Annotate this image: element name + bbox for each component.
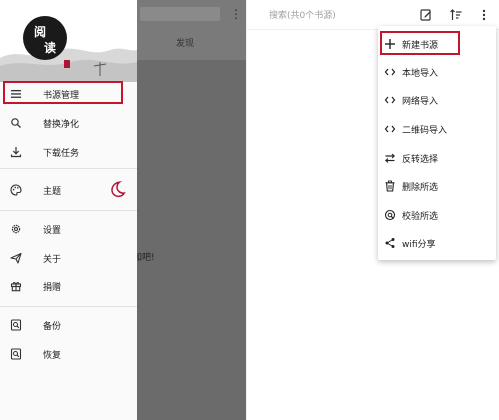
drawer-divider: [0, 210, 137, 211]
menu-item-local-import[interactable]: 本地导入: [378, 58, 496, 86]
drawer-item-label: 设置: [43, 225, 62, 236]
more-vert-icon[interactable]: [477, 7, 491, 21]
drawer-item-label: 下载任务: [43, 148, 80, 159]
navigation-drawer: 阅 读 阅读 书源管理 替换净化: [0, 0, 137, 420]
drawer-item-settings[interactable]: 设置: [0, 215, 137, 243]
app-logo: 阅 读 阅读: [0, 0, 137, 82]
drawer-item-label: 主题: [43, 186, 62, 197]
left-screen: ⋮ 发现 添加吧! 阅 读 阅读: [0, 0, 246, 420]
highlight-new-source: [380, 31, 460, 55]
drawer-item-backup[interactable]: 备份: [0, 311, 137, 339]
logo-char-2: 读: [44, 40, 56, 55]
share-icon: [384, 237, 396, 249]
menu-item-qr-import[interactable]: 二维码导入: [378, 115, 496, 143]
menu-item-network-import[interactable]: 网络导入: [378, 86, 496, 114]
menu-item-wifi-share[interactable]: wifi分享: [378, 229, 496, 257]
backup-icon: [10, 319, 22, 331]
night-mode-icon[interactable]: [108, 180, 126, 198]
menu-item-label: 本地导入: [402, 68, 439, 79]
palette-icon: [10, 184, 22, 196]
source-manager-screen: 搜索(共0个书源) 新建书源 本地导入 网络导入 二维码导入 反转选择 删除所选…: [246, 0, 499, 420]
menu-item-label: 反转选择: [402, 154, 439, 165]
drawer-item-label: 替换净化: [43, 119, 80, 130]
code-icon: [384, 66, 396, 78]
code-icon: [384, 123, 396, 135]
edit-icon[interactable]: [419, 7, 433, 21]
overflow-menu: 新建书源 本地导入 网络导入 二维码导入 反转选择 删除所选 校验所选 wifi…: [378, 26, 496, 260]
drawer-item-label: 关于: [43, 254, 62, 265]
highlight-source-manager: [3, 81, 123, 104]
menu-item-delete-selected[interactable]: 删除所选: [378, 172, 496, 200]
gift-icon: [10, 280, 22, 292]
drawer-item-replace[interactable]: 替换净化: [0, 109, 137, 137]
search-input[interactable]: 搜索(共0个书源): [269, 8, 336, 21]
drawer-item-download[interactable]: 下载任务: [0, 138, 137, 166]
drawer-item-restore[interactable]: 恢复: [0, 340, 137, 368]
menu-item-label: 二维码导入: [402, 125, 448, 136]
swap-icon: [384, 152, 396, 164]
menu-item-label: 校验所选: [402, 211, 439, 222]
dimmed-search-bar: [140, 7, 220, 21]
menu-item-label: 网络导入: [402, 96, 439, 107]
download-icon: [10, 146, 22, 158]
send-icon: [10, 252, 22, 264]
replace-icon: [10, 117, 22, 129]
drawer-divider: [0, 168, 137, 169]
gear-icon: [10, 223, 22, 235]
restore-icon: [10, 348, 22, 360]
sort-icon[interactable]: [449, 7, 463, 21]
drawer-item-label: 备份: [43, 321, 62, 332]
logo-char-1: 阅: [34, 24, 46, 39]
drawer-item-about[interactable]: 关于: [0, 244, 137, 272]
drawer-divider: [0, 306, 137, 307]
trash-icon: [384, 180, 396, 192]
drawer-item-label: 恢复: [43, 350, 62, 361]
menu-item-invert-selection[interactable]: 反转选择: [378, 144, 496, 172]
drawer-item-label: 捐赠: [43, 282, 62, 293]
menu-item-label: wifi分享: [402, 239, 436, 250]
verify-icon: [384, 209, 396, 221]
menu-item-label: 删除所选: [402, 182, 439, 193]
menu-item-verify-selected[interactable]: 校验所选: [378, 201, 496, 229]
tab-discover: 发现: [176, 39, 195, 49]
drawer-item-donate[interactable]: 捐赠: [0, 272, 137, 300]
screen: ⋮ 发现 添加吧! 阅 读 阅读: [0, 0, 499, 420]
more-vert-icon: ⋮: [230, 7, 242, 21]
code-icon: [384, 94, 396, 106]
